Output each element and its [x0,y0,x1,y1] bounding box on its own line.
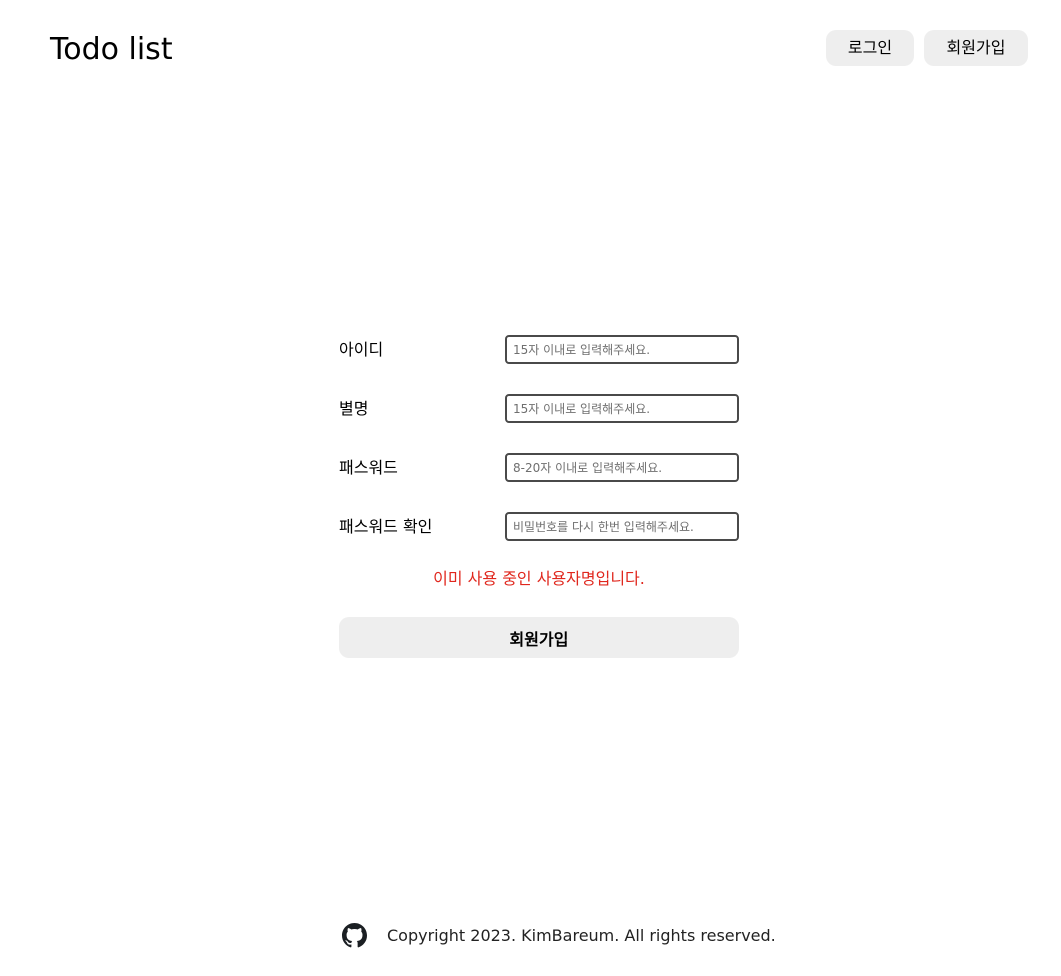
error-message: 이미 사용 중인 사용자명입니다. [433,569,645,588]
login-button[interactable]: 로그인 [826,30,914,66]
signup-nav-button[interactable]: 회원가입 [924,30,1028,66]
github-icon[interactable] [342,923,367,948]
password-input[interactable] [505,453,739,482]
nickname-input[interactable] [505,394,739,423]
signup-submit-button[interactable]: 회원가입 [339,617,739,658]
password-label: 패스워드 [339,458,398,477]
app-logo[interactable]: Todo list [50,30,173,70]
password-confirm-label: 패스워드 확인 [339,517,433,536]
header: Todo list 로그인 회원가입 [0,0,1061,100]
username-row: 아이디 [339,335,739,364]
password-confirm-input[interactable] [505,512,739,541]
footer: Copyright 2023. KimBareum. All rights re… [0,918,1061,958]
password-confirm-row: 패스워드 확인 [339,512,739,541]
username-label: 아이디 [339,340,384,359]
nickname-row: 별명 [339,394,739,423]
username-input[interactable] [505,335,739,364]
password-row: 패스워드 [339,453,739,482]
copyright-text: Copyright 2023. KimBareum. All rights re… [387,926,776,945]
nickname-label: 별명 [339,399,369,418]
